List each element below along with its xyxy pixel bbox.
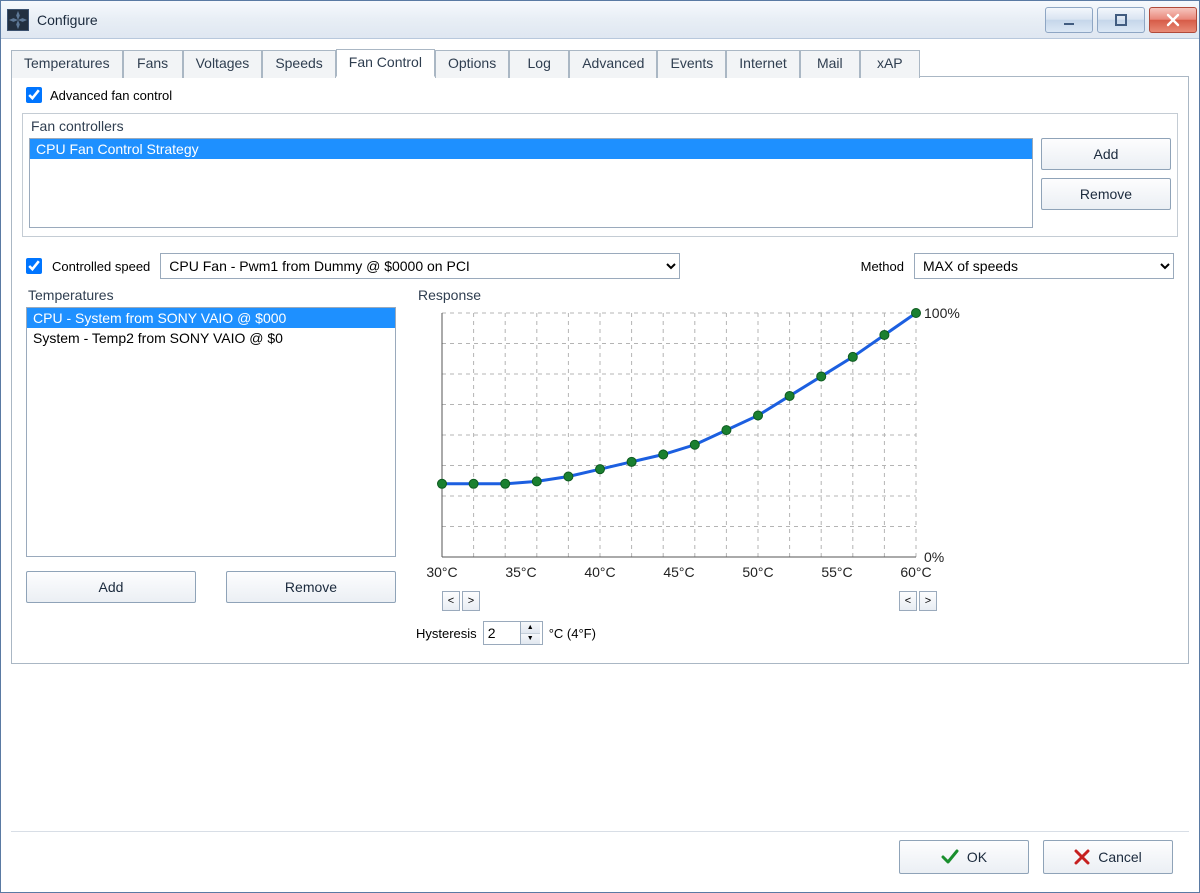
configure-window: Configure TemperaturesFansVoltagesSpeeds… bbox=[0, 0, 1200, 893]
temperature-item[interactable]: CPU - System from SONY VAIO @ $000 bbox=[27, 308, 395, 328]
svg-text:40°C: 40°C bbox=[584, 564, 615, 580]
controlled-speed-checkbox[interactable] bbox=[26, 258, 42, 274]
temperatures-add-button[interactable]: Add bbox=[26, 571, 196, 603]
ok-button[interactable]: OK bbox=[899, 840, 1029, 874]
svg-text:30°C: 30°C bbox=[426, 564, 457, 580]
app-icon bbox=[7, 9, 29, 31]
tab-advanced[interactable]: Advanced bbox=[569, 50, 657, 78]
response-chart[interactable]: 30°C 35°C 40°C 45°C 50°C 55°C 60°C 100% 0% < > <… bbox=[416, 307, 976, 611]
fan-controllers-list[interactable]: CPU Fan Control Strategy bbox=[29, 138, 1033, 228]
minimize-button[interactable] bbox=[1045, 7, 1093, 33]
svg-text:0%: 0% bbox=[924, 549, 944, 565]
temperature-item[interactable]: System - Temp2 from SONY VAIO @ $0 bbox=[27, 328, 395, 348]
controlled-speed-select[interactable]: CPU Fan - Pwm1 from Dummy @ $0000 on PCI bbox=[160, 253, 680, 279]
hysteresis-input[interactable] bbox=[484, 622, 520, 644]
content: TemperaturesFansVoltagesSpeedsFan Contro… bbox=[1, 39, 1199, 892]
tabs-row: TemperaturesFansVoltagesSpeedsFan Contro… bbox=[11, 49, 1189, 77]
controlled-speed-label: Controlled speed bbox=[52, 259, 150, 274]
x-max-left-button[interactable]: < bbox=[899, 591, 917, 611]
hysteresis-suffix: °C (4°F) bbox=[549, 626, 596, 641]
window-title: Configure bbox=[37, 12, 98, 28]
tab-panel: Advanced fan control Fan controllers CPU… bbox=[11, 76, 1189, 664]
tab-events[interactable]: Events bbox=[657, 50, 726, 78]
svg-text:100%: 100% bbox=[924, 307, 960, 321]
hysteresis-down-button[interactable]: ▼ bbox=[521, 634, 540, 645]
tab-fan-control[interactable]: Fan Control bbox=[336, 49, 435, 77]
close-button[interactable] bbox=[1149, 7, 1197, 33]
tab-voltages[interactable]: Voltages bbox=[183, 50, 263, 78]
hysteresis-spinner[interactable]: ▲ ▼ bbox=[483, 621, 543, 645]
hysteresis-label: Hysteresis bbox=[416, 626, 477, 641]
temperatures-title: Temperatures bbox=[26, 287, 396, 307]
window-controls bbox=[1045, 7, 1199, 33]
svg-text:35°C: 35°C bbox=[505, 564, 536, 580]
fan-controllers-group: Fan controllers CPU Fan Control Strategy… bbox=[22, 113, 1178, 237]
tab-fans[interactable]: Fans bbox=[123, 50, 183, 78]
tab-xap[interactable]: xAP bbox=[860, 50, 920, 78]
tab-mail[interactable]: Mail bbox=[800, 50, 860, 78]
x-min-right-button[interactable]: > bbox=[462, 591, 480, 611]
fan-controllers-add-button[interactable]: Add bbox=[1041, 138, 1171, 170]
svg-text:50°C: 50°C bbox=[742, 564, 773, 580]
temperatures-list[interactable]: CPU - System from SONY VAIO @ $000System… bbox=[26, 307, 396, 557]
tab-speeds[interactable]: Speeds bbox=[262, 50, 335, 78]
dialog-buttons: OK Cancel bbox=[11, 831, 1189, 886]
method-select[interactable]: MAX of speeds bbox=[914, 253, 1174, 279]
hysteresis-up-button[interactable]: ▲ bbox=[521, 622, 540, 634]
tab-options[interactable]: Options bbox=[435, 50, 509, 78]
svg-text:55°C: 55°C bbox=[821, 564, 852, 580]
tab-internet[interactable]: Internet bbox=[726, 50, 799, 78]
fan-controller-item[interactable]: CPU Fan Control Strategy bbox=[30, 139, 1032, 159]
temperatures-remove-button[interactable]: Remove bbox=[226, 571, 396, 603]
tab-log[interactable]: Log bbox=[509, 50, 569, 78]
title-bar: Configure bbox=[1, 1, 1199, 39]
maximize-button[interactable] bbox=[1097, 7, 1145, 33]
x-min-left-button[interactable]: < bbox=[442, 591, 460, 611]
advanced-fan-control-label: Advanced fan control bbox=[50, 88, 172, 103]
tab-temperatures[interactable]: Temperatures bbox=[11, 50, 123, 78]
x-icon bbox=[1074, 849, 1090, 865]
fan-controllers-title: Fan controllers bbox=[29, 118, 1171, 138]
advanced-fan-control-checkbox[interactable] bbox=[26, 87, 42, 103]
method-label: Method bbox=[861, 259, 904, 274]
check-icon bbox=[941, 848, 959, 866]
cancel-button[interactable]: Cancel bbox=[1043, 840, 1173, 874]
svg-text:45°C: 45°C bbox=[663, 564, 694, 580]
svg-text:60°C: 60°C bbox=[900, 564, 931, 580]
x-max-right-button[interactable]: > bbox=[919, 591, 937, 611]
response-title: Response bbox=[416, 287, 1174, 307]
fan-controllers-remove-button[interactable]: Remove bbox=[1041, 178, 1171, 210]
